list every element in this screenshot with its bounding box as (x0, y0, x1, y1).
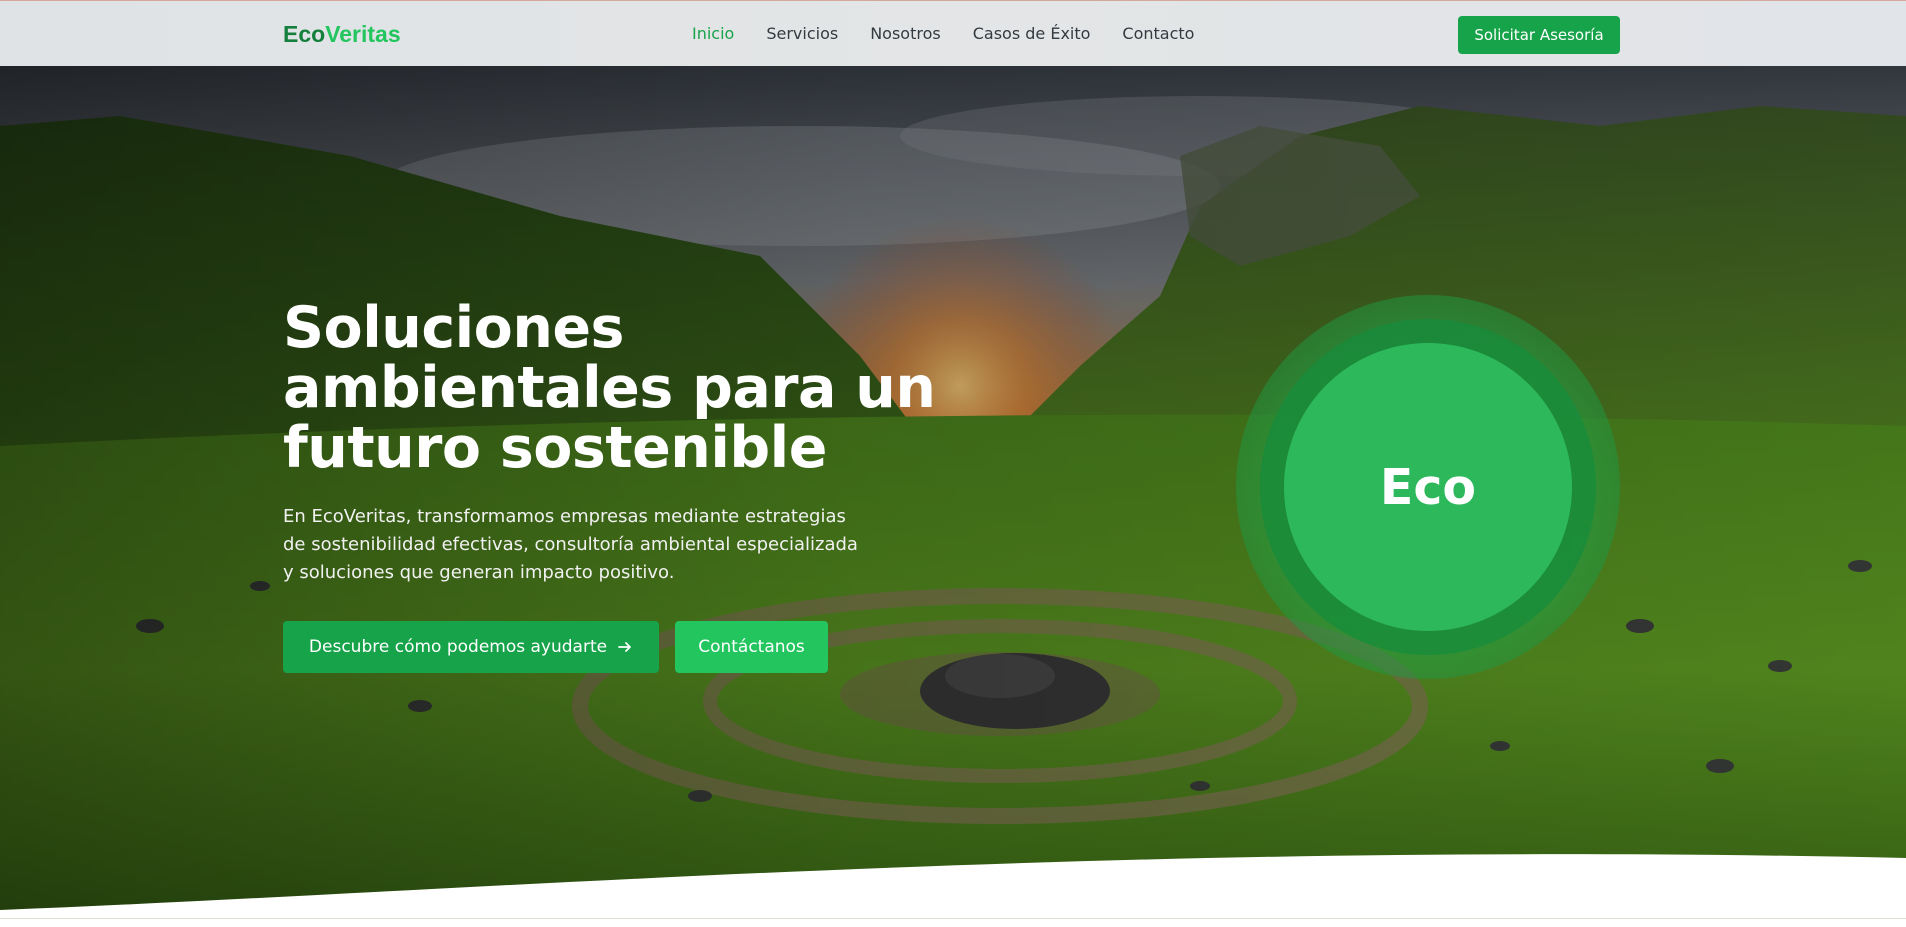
hero-description: En EcoVeritas, transformamos empresas me… (283, 506, 858, 583)
navbar: EcoVeritas Inicio Servicios Nosotros Cas… (0, 0, 1906, 66)
section-divider (0, 918, 1906, 919)
nav-item-contacto[interactable]: Contacto (1122, 24, 1194, 43)
request-advice-button[interactable]: Solicitar Asesoría (1458, 16, 1620, 54)
eco-badge: Eco (1236, 295, 1620, 679)
eco-badge-inner-circle: Eco (1284, 343, 1572, 631)
logo-part-veritas: Veritas (325, 21, 401, 47)
nav-item-servicios[interactable]: Servicios (766, 24, 838, 43)
logo-part-eco: Eco (283, 21, 326, 47)
hero-title: Soluciones ambientales para un futuro so… (283, 298, 983, 478)
arrow-right-icon (618, 642, 631, 652)
nav-item-casos-de-exito[interactable]: Casos de Éxito (973, 24, 1091, 43)
main-nav: Inicio Servicios Nosotros Casos de Éxito… (692, 24, 1226, 43)
contact-us-button[interactable]: Contáctanos (675, 621, 828, 673)
hero-bottom-wave (0, 854, 1906, 927)
nav-item-nosotros[interactable]: Nosotros (870, 24, 941, 43)
discover-help-button-label: Descubre cómo podemos ayudarte (308, 637, 608, 657)
eco-badge-text: Eco (1379, 458, 1477, 516)
hero-title-line: Soluciones (283, 295, 624, 361)
hero-section: Soluciones ambientales para un futuro so… (0, 66, 1906, 927)
logo[interactable]: EcoVeritas (283, 21, 401, 48)
hero-overlay (0, 66, 1906, 927)
hero-title-line: ambientales para un (283, 355, 936, 421)
nav-item-inicio[interactable]: Inicio (692, 24, 734, 43)
hero-title-line: futuro sostenible (283, 415, 827, 481)
discover-help-button[interactable]: Descubre cómo podemos ayudarte (283, 621, 659, 673)
